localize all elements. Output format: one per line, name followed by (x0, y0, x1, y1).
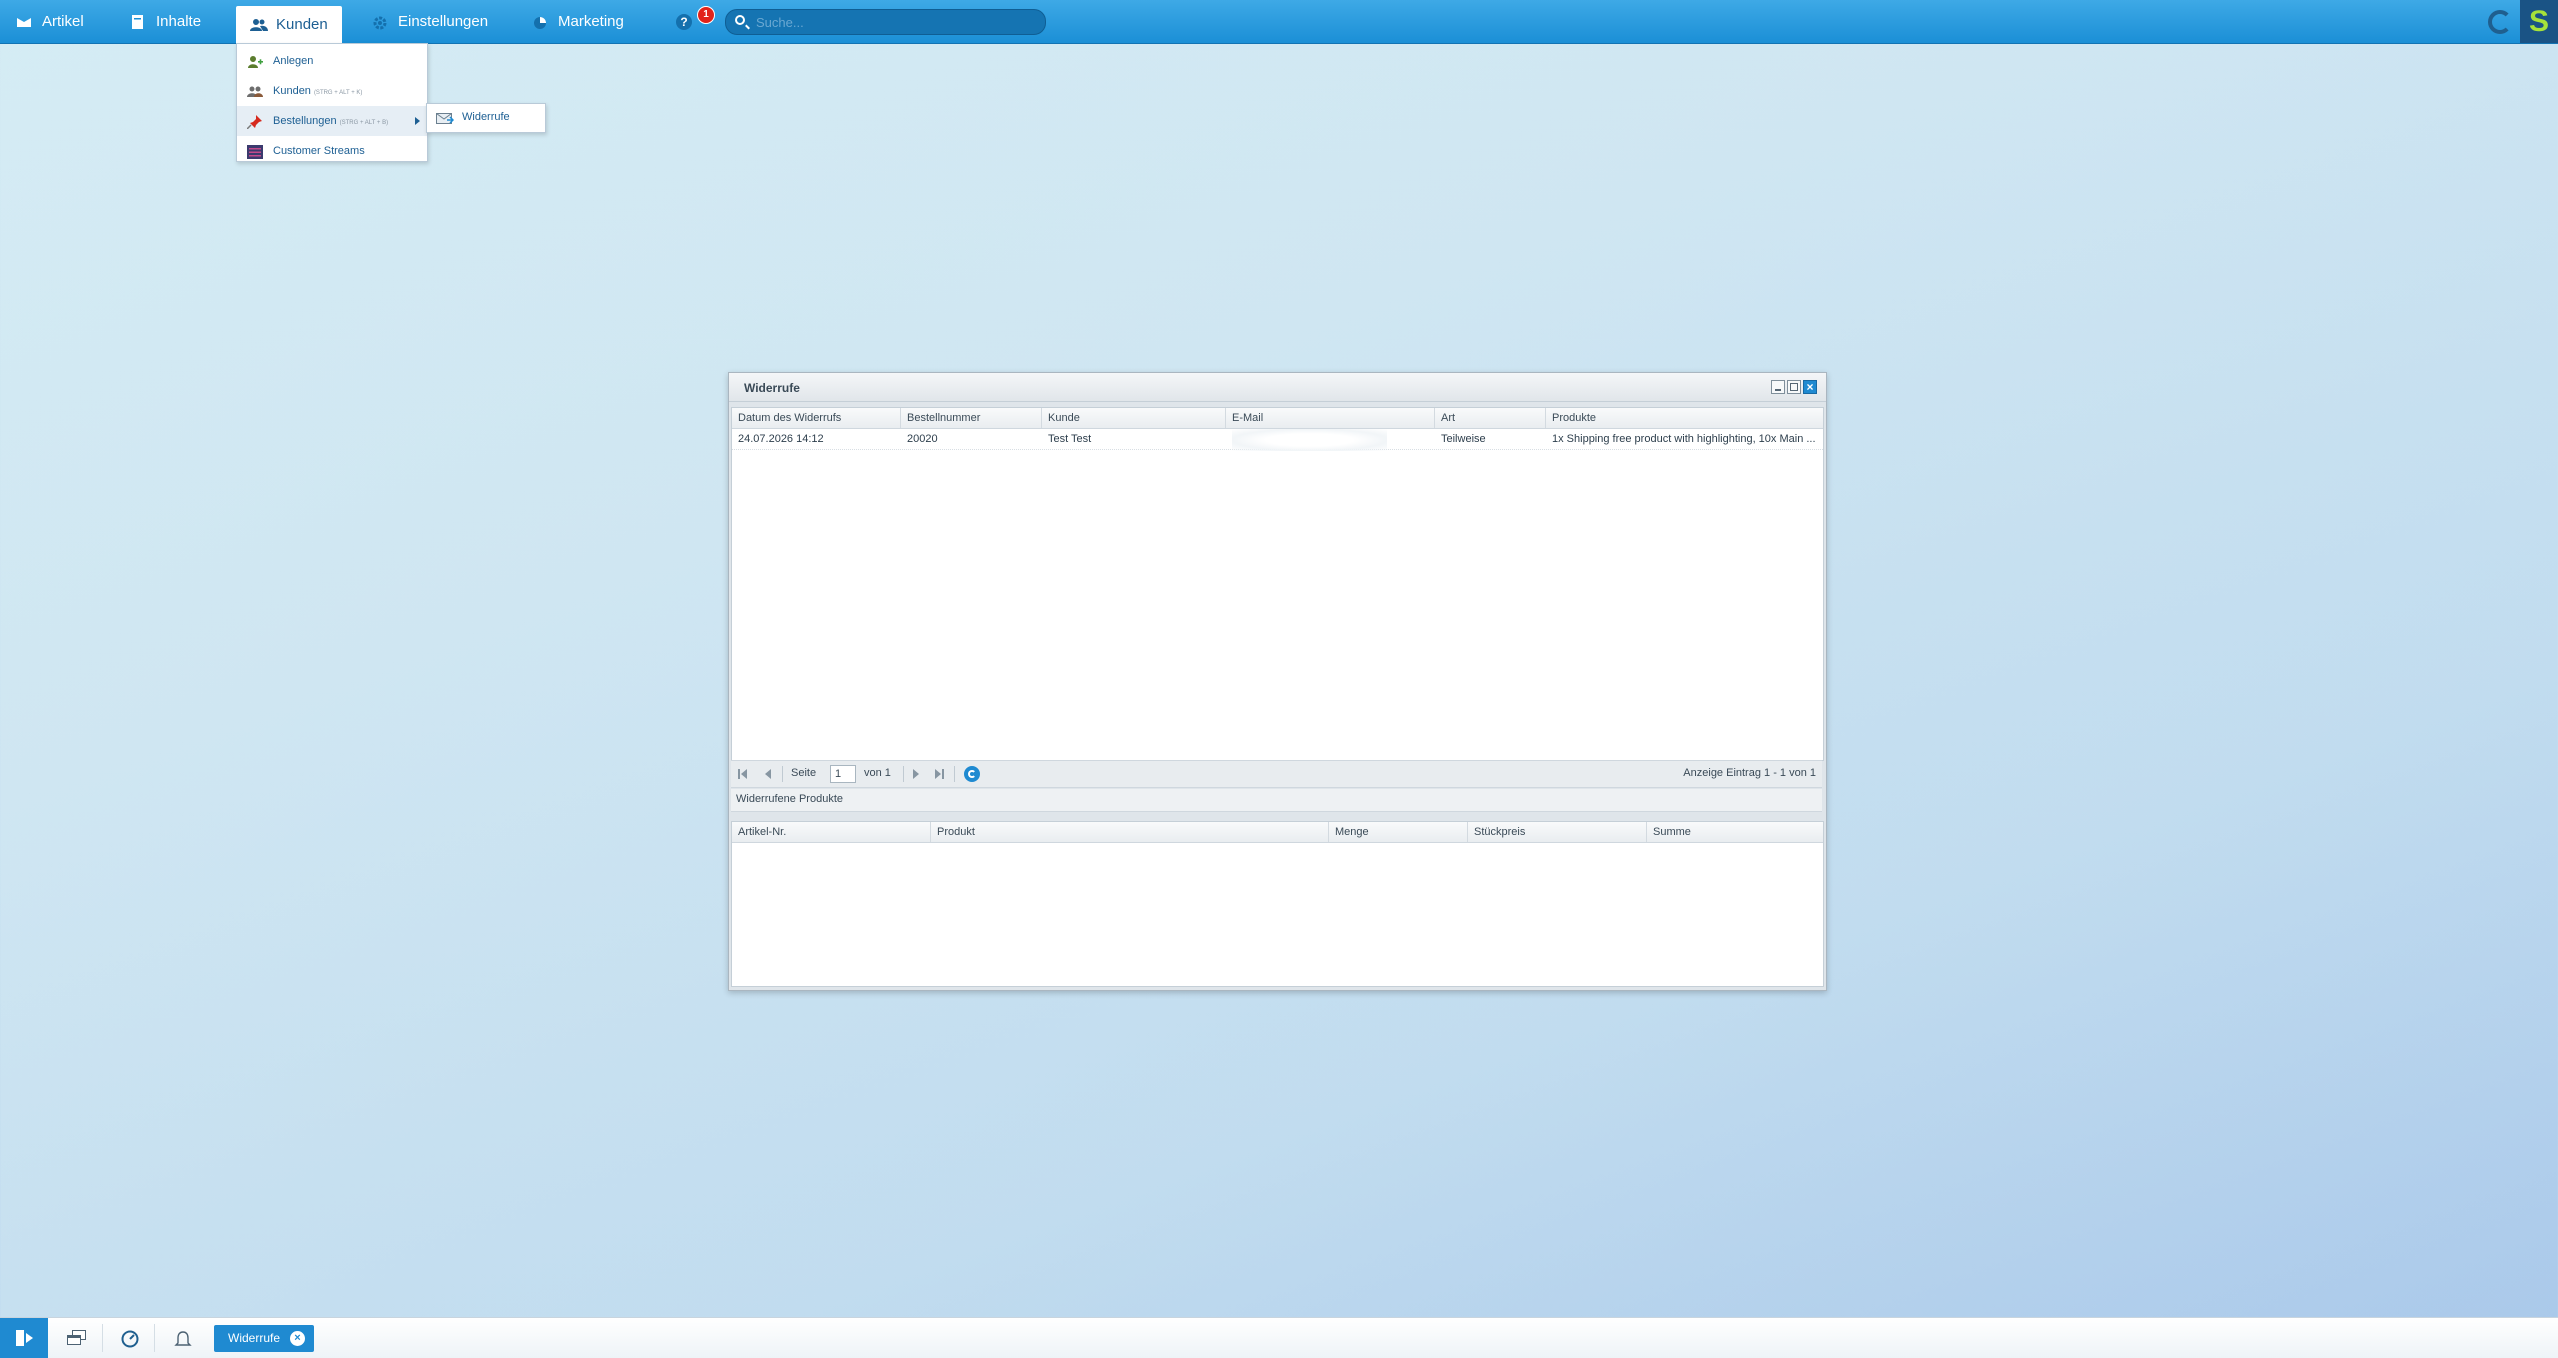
refresh-logo-icon[interactable] (2488, 10, 2512, 34)
refresh-icon[interactable] (964, 766, 980, 782)
menu-item-bestellungen[interactable]: Bestellungen (STRG + ALT + B) (237, 106, 427, 136)
menu-item-kunden-shortcut: (STRG + ALT + K) (313, 90, 363, 96)
last-page-icon[interactable] (933, 768, 945, 780)
window-header[interactable]: Widerrufe × (729, 373, 1826, 402)
col-product[interactable]: Produkt (931, 822, 1329, 842)
window-title: Widerrufe (744, 381, 800, 395)
taskbar: Widerrufe × (0, 1317, 2558, 1358)
menu-item-widerrufe-label: Widerrufe (462, 111, 510, 123)
taskbar-window-label: Widerrufe (228, 1331, 281, 1345)
streams-icon (247, 144, 263, 159)
menu-item-customer-streams[interactable]: Customer Streams (237, 136, 427, 166)
search-icon (735, 15, 745, 25)
content-icon (130, 14, 146, 29)
articles-icon (16, 15, 32, 29)
display-info: Anzeige Eintrag 1 - 1 von 1 (1683, 767, 1816, 779)
menu-item-kunden-text: Kunden (273, 85, 311, 97)
page-number-input[interactable] (830, 765, 856, 783)
top-menu-bar: Artikel Inhalte Kunden Einstellungen Mar… (0, 0, 2558, 44)
menu-item-bestellungen-label: Bestellungen (STRG + ALT + B) (273, 115, 388, 127)
logout-icon[interactable] (0, 1318, 48, 1358)
col-email[interactable]: E-Mail (1226, 408, 1435, 428)
col-date[interactable]: Datum des Widerrufs (732, 408, 901, 428)
col-customer[interactable]: Kunde (1042, 408, 1226, 428)
col-order-number[interactable]: Bestellnummer (901, 408, 1042, 428)
prev-page-icon[interactable] (761, 768, 773, 780)
orders-submenu: Widerrufe (426, 103, 546, 133)
nav-marketing-label: Marketing (558, 13, 624, 30)
col-quantity[interactable]: Menge (1329, 822, 1468, 842)
page-of-label: von 1 (864, 767, 891, 779)
withdrawals-window: Widerrufe × Datum des Widerrufs Bestelln… (728, 372, 1827, 991)
taskbar-divider (154, 1324, 155, 1352)
menu-item-anlegen-label: Anlegen (273, 55, 314, 67)
customers-dropdown-menu: Anlegen Kunden (STRG + ALT + K) Bestellun… (236, 43, 428, 162)
help-icon[interactable]: ? (676, 14, 692, 30)
dashboard-icon[interactable] (121, 1330, 139, 1348)
customers-icon (250, 18, 268, 32)
taskbar-window-widerrufe[interactable]: Widerrufe × (214, 1325, 314, 1352)
withdrawals-grid: Datum des Widerrufs Bestellnummer Kunde … (731, 407, 1824, 761)
next-page-icon[interactable] (911, 768, 923, 780)
marketing-icon (532, 15, 548, 29)
menu-item-kunden[interactable]: Kunden (STRG + ALT + K) (237, 76, 427, 106)
nav-inhalte-label: Inhalte (156, 13, 202, 30)
submenu-arrow-icon (415, 117, 420, 125)
customers-list-icon (247, 85, 263, 98)
cell-type: Teilweise (1441, 433, 1486, 445)
withdrawal-icon (436, 111, 455, 124)
search-box (725, 9, 1046, 35)
menu-item-customer-streams-label: Customer Streams (273, 145, 365, 157)
nav-kunden[interactable]: Kunden (236, 6, 342, 43)
products-section-title: Widerrufene Produkte (736, 793, 843, 805)
menu-item-widerrufe[interactable]: Widerrufe (427, 103, 545, 131)
pager-divider (954, 766, 955, 782)
menu-item-kunden-label: Kunden (STRG + ALT + K) (273, 85, 362, 97)
withdrawals-grid-header: Datum des Widerrufs Bestellnummer Kunde … (732, 408, 1823, 429)
nav-marketing[interactable]: Marketing (532, 0, 624, 43)
pin-icon (246, 114, 263, 130)
gear-icon (372, 15, 388, 29)
close-icon[interactable]: × (290, 1331, 305, 1346)
table-row[interactable]: 24.07.2026 14:12 20020 Test Test Teilwei… (732, 429, 1823, 451)
cell-order-number: 20020 (907, 433, 938, 445)
menu-item-bestellungen-shortcut: (STRG + ALT + B) (339, 120, 389, 126)
products-grid: Artikel-Nr. Produkt Menge Stückpreis Sum… (731, 821, 1824, 987)
shopware-logo: S (2520, 0, 2558, 43)
nav-inhalte[interactable]: Inhalte (130, 0, 201, 43)
first-page-icon[interactable] (737, 768, 749, 780)
pager-divider (782, 766, 783, 782)
minimize-icon[interactable] (1771, 380, 1785, 394)
products-section-header: Widerrufene Produkte (731, 789, 1822, 812)
notification-badge[interactable]: 1 (697, 6, 715, 24)
close-icon[interactable]: × (1803, 380, 1817, 394)
maximize-icon[interactable] (1787, 380, 1801, 394)
cell-products: 1x Shipping free product with highlighti… (1552, 433, 1816, 445)
redacted-email (1232, 429, 1387, 451)
col-article-number[interactable]: Artikel-Nr. (732, 822, 931, 842)
nav-einstellungen[interactable]: Einstellungen (372, 0, 488, 43)
add-customer-icon (247, 55, 263, 68)
col-type[interactable]: Art (1435, 408, 1546, 428)
cell-customer: Test Test (1048, 433, 1092, 445)
pagination-toolbar: Seite von 1 Anzeige Eintrag 1 - 1 von 1 (731, 760, 1822, 788)
page-label: Seite (791, 767, 817, 779)
nav-kunden-label: Kunden (276, 16, 328, 33)
nav-einstellungen-label: Einstellungen (398, 13, 489, 30)
windows-icon[interactable] (67, 1330, 86, 1346)
products-grid-header: Artikel-Nr. Produkt Menge Stückpreis Sum… (732, 822, 1823, 843)
cell-date: 24.07.2026 14:12 (738, 433, 824, 445)
col-unit-price[interactable]: Stückpreis (1468, 822, 1647, 842)
nav-artikel-label: Artikel (42, 13, 84, 30)
pager-divider (903, 766, 904, 782)
search-input[interactable] (754, 13, 1038, 32)
bell-icon[interactable] (174, 1330, 192, 1346)
taskbar-divider (102, 1324, 103, 1352)
nav-artikel[interactable]: Artikel (16, 0, 84, 43)
col-products[interactable]: Produkte (1546, 408, 1823, 428)
menu-item-bestellungen-text: Bestellungen (273, 115, 337, 127)
col-sum[interactable]: Summe (1647, 822, 1823, 842)
menu-item-anlegen[interactable]: Anlegen (237, 46, 427, 76)
